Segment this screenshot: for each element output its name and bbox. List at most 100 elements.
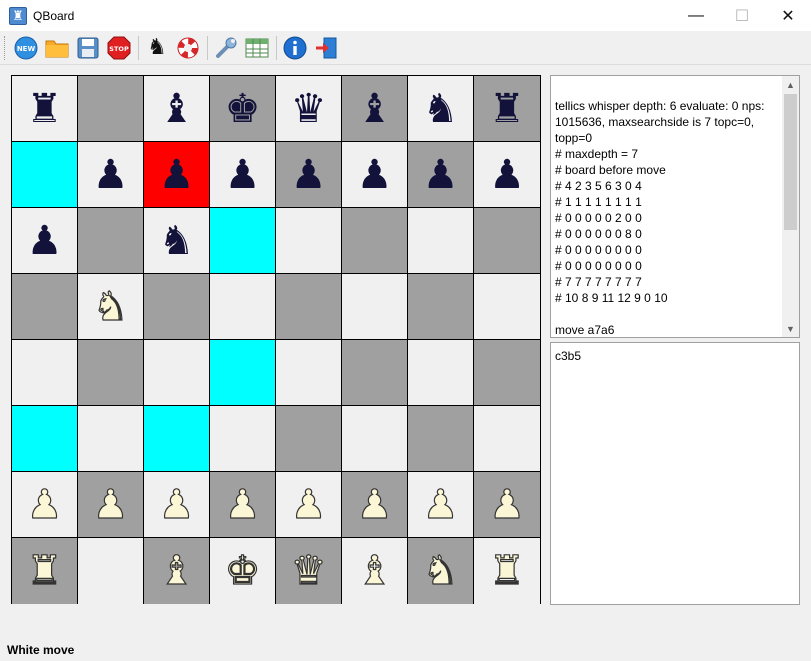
square-d4[interactable] bbox=[210, 340, 276, 406]
square-c6[interactable]: ♞ bbox=[144, 208, 210, 274]
black-knight-icon[interactable]: ♞ bbox=[159, 221, 195, 261]
scroll-thumb[interactable] bbox=[784, 94, 797, 230]
white-bishop-icon[interactable]: ♝ bbox=[356, 550, 393, 591]
settings-button[interactable] bbox=[213, 35, 239, 61]
help-lifebuoy-button[interactable] bbox=[175, 35, 201, 61]
square-g2[interactable]: ♟ bbox=[408, 472, 474, 538]
square-d5[interactable] bbox=[210, 274, 276, 340]
square-f8[interactable]: ♝ bbox=[342, 76, 408, 142]
square-g8[interactable]: ♞ bbox=[408, 76, 474, 142]
square-f2[interactable]: ♟ bbox=[342, 472, 408, 538]
white-bishop-icon[interactable]: ♝ bbox=[158, 550, 195, 591]
save-button[interactable] bbox=[75, 35, 101, 61]
white-rook-icon[interactable]: ♜ bbox=[488, 550, 525, 591]
engine-button[interactable]: ♞ bbox=[144, 35, 170, 61]
square-f1[interactable]: ♝ bbox=[342, 538, 408, 604]
engine-log-panel[interactable]: tellics whisper depth: 6 evaluate: 0 nps… bbox=[550, 75, 800, 338]
square-b1[interactable] bbox=[78, 538, 144, 604]
square-h8[interactable]: ♜ bbox=[474, 76, 540, 142]
new-game-button[interactable]: NEW bbox=[13, 35, 39, 61]
square-g7[interactable]: ♟ bbox=[408, 142, 474, 208]
square-g3[interactable] bbox=[408, 406, 474, 472]
square-c2[interactable]: ♟ bbox=[144, 472, 210, 538]
move-list-panel[interactable]: c3b5 bbox=[550, 342, 800, 605]
scroll-up-arrow-icon[interactable]: ▲ bbox=[782, 76, 799, 93]
white-pawn-icon[interactable]: ♟ bbox=[356, 484, 393, 525]
black-pawn-icon[interactable]: ♟ bbox=[357, 155, 393, 195]
square-b7[interactable]: ♟ bbox=[78, 142, 144, 208]
black-queen-icon[interactable]: ♛ bbox=[291, 89, 327, 129]
table-button[interactable] bbox=[244, 35, 270, 61]
white-pawn-icon[interactable]: ♟ bbox=[422, 484, 459, 525]
black-pawn-icon[interactable]: ♟ bbox=[225, 155, 261, 195]
black-rook-icon[interactable]: ♜ bbox=[27, 89, 63, 129]
square-f5[interactable] bbox=[342, 274, 408, 340]
square-a8[interactable]: ♜ bbox=[12, 76, 78, 142]
square-b2[interactable]: ♟ bbox=[78, 472, 144, 538]
square-a2[interactable]: ♟ bbox=[12, 472, 78, 538]
maximize-button[interactable]: ☐ bbox=[719, 0, 765, 31]
square-h6[interactable] bbox=[474, 208, 540, 274]
square-e8[interactable]: ♛ bbox=[276, 76, 342, 142]
white-queen-icon[interactable]: ♛ bbox=[290, 550, 327, 591]
square-f6[interactable] bbox=[342, 208, 408, 274]
square-a6[interactable]: ♟ bbox=[12, 208, 78, 274]
square-e2[interactable]: ♟ bbox=[276, 472, 342, 538]
black-bishop-icon[interactable]: ♝ bbox=[357, 89, 393, 129]
open-button[interactable] bbox=[44, 35, 70, 61]
square-d2[interactable]: ♟ bbox=[210, 472, 276, 538]
square-g4[interactable] bbox=[408, 340, 474, 406]
square-c5[interactable] bbox=[144, 274, 210, 340]
square-a7[interactable] bbox=[12, 142, 78, 208]
square-d6[interactable] bbox=[210, 208, 276, 274]
black-rook-icon[interactable]: ♜ bbox=[489, 89, 525, 129]
square-h5[interactable] bbox=[474, 274, 540, 340]
black-pawn-icon[interactable]: ♟ bbox=[27, 221, 63, 261]
square-b3[interactable] bbox=[78, 406, 144, 472]
square-e1[interactable]: ♛ bbox=[276, 538, 342, 604]
square-h1[interactable]: ♜ bbox=[474, 538, 540, 604]
square-a1[interactable]: ♜ bbox=[12, 538, 78, 604]
about-button[interactable] bbox=[282, 35, 308, 61]
square-f7[interactable]: ♟ bbox=[342, 142, 408, 208]
square-g5[interactable] bbox=[408, 274, 474, 340]
white-pawn-icon[interactable]: ♟ bbox=[158, 484, 195, 525]
square-h4[interactable] bbox=[474, 340, 540, 406]
square-d3[interactable] bbox=[210, 406, 276, 472]
white-knight-icon[interactable]: ♞ bbox=[92, 286, 129, 327]
square-f3[interactable] bbox=[342, 406, 408, 472]
square-a5[interactable] bbox=[12, 274, 78, 340]
minimize-button[interactable]: — bbox=[673, 0, 719, 31]
square-e3[interactable] bbox=[276, 406, 342, 472]
white-rook-icon[interactable]: ♜ bbox=[26, 550, 63, 591]
black-knight-icon[interactable]: ♞ bbox=[423, 89, 459, 129]
square-e6[interactable] bbox=[276, 208, 342, 274]
square-h2[interactable]: ♟ bbox=[474, 472, 540, 538]
exit-button[interactable] bbox=[313, 35, 339, 61]
close-button[interactable]: ✕ bbox=[765, 0, 811, 31]
square-d8[interactable]: ♚ bbox=[210, 76, 276, 142]
white-pawn-icon[interactable]: ♟ bbox=[26, 484, 63, 525]
square-d7[interactable]: ♟ bbox=[210, 142, 276, 208]
square-c3[interactable] bbox=[144, 406, 210, 472]
square-e7[interactable]: ♟ bbox=[276, 142, 342, 208]
white-pawn-icon[interactable]: ♟ bbox=[92, 484, 129, 525]
stop-button[interactable]: STOP bbox=[106, 35, 132, 61]
black-pawn-icon[interactable]: ♟ bbox=[423, 155, 459, 195]
square-b5[interactable]: ♞ bbox=[78, 274, 144, 340]
square-h3[interactable] bbox=[474, 406, 540, 472]
white-king-icon[interactable]: ♚ bbox=[224, 550, 261, 591]
square-e4[interactable] bbox=[276, 340, 342, 406]
square-c4[interactable] bbox=[144, 340, 210, 406]
square-a3[interactable] bbox=[12, 406, 78, 472]
square-c7[interactable]: ♟ bbox=[144, 142, 210, 208]
scroll-down-arrow-icon[interactable]: ▼ bbox=[782, 320, 799, 337]
black-king-icon[interactable]: ♚ bbox=[225, 89, 261, 129]
log-scrollbar[interactable]: ▲ ▼ bbox=[782, 76, 799, 337]
square-b8[interactable] bbox=[78, 76, 144, 142]
black-bishop-icon[interactable]: ♝ bbox=[159, 89, 195, 129]
toolbar-grip[interactable] bbox=[4, 35, 7, 60]
black-pawn-icon[interactable]: ♟ bbox=[93, 155, 129, 195]
square-d1[interactable]: ♚ bbox=[210, 538, 276, 604]
white-knight-icon[interactable]: ♞ bbox=[422, 550, 459, 591]
